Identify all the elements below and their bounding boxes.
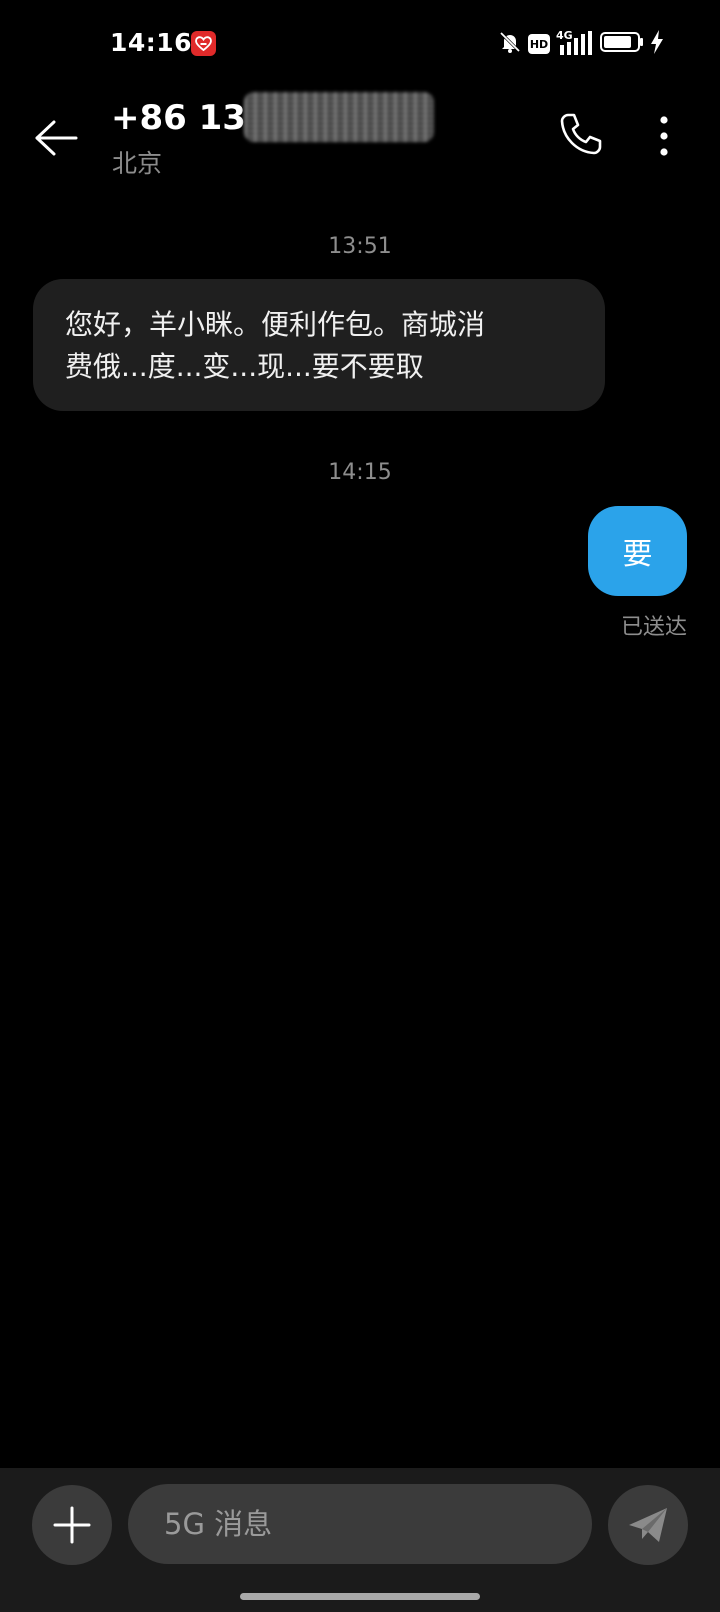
phone-icon bbox=[560, 113, 602, 155]
status-icons: HD 4G bbox=[498, 29, 664, 58]
charging-icon bbox=[650, 30, 664, 58]
status-time: 14:16 bbox=[110, 28, 193, 57]
call-button[interactable] bbox=[555, 108, 607, 160]
hd-icon: HD bbox=[528, 34, 550, 54]
more-options-button[interactable] bbox=[646, 108, 682, 164]
heart-app-icon bbox=[191, 31, 216, 56]
outgoing-message-bubble[interactable]: 要 bbox=[588, 506, 687, 596]
status-bar: 14:16 HD 4G bbox=[0, 0, 720, 90]
back-arrow-icon bbox=[35, 120, 78, 156]
message-timestamp: 13:51 bbox=[328, 234, 392, 259]
message-text: 要 bbox=[622, 537, 653, 572]
battery-icon bbox=[600, 31, 644, 57]
message-text-line: 费俄...度...变...现...要不要取 bbox=[65, 350, 424, 383]
message-text-line: 您好，羊小眯。便利作包。商城消 bbox=[65, 308, 486, 341]
more-vertical-icon bbox=[660, 116, 668, 156]
send-button[interactable] bbox=[608, 1485, 688, 1565]
plus-icon bbox=[53, 1506, 91, 1544]
home-indicator[interactable] bbox=[240, 1593, 480, 1600]
contact-location: 北京 bbox=[112, 149, 163, 178]
add-attachment-button[interactable] bbox=[32, 1485, 112, 1565]
conversation-header: +86 136 北京 bbox=[0, 90, 720, 200]
message-composer bbox=[0, 1468, 720, 1612]
message-timestamp: 14:15 bbox=[328, 460, 392, 485]
incoming-message-bubble[interactable]: 您好，羊小眯。便利作包。商城消 费俄...度...变...现...要不要取 bbox=[33, 279, 605, 411]
back-button[interactable] bbox=[28, 110, 84, 166]
delivery-status: 已送达 bbox=[620, 615, 687, 640]
4g-signal-icon: 4G bbox=[556, 29, 594, 57]
send-plane-icon bbox=[629, 1508, 667, 1542]
redacted-number-area bbox=[244, 92, 434, 142]
message-input[interactable] bbox=[128, 1484, 592, 1564]
mute-bell-icon bbox=[498, 30, 522, 58]
